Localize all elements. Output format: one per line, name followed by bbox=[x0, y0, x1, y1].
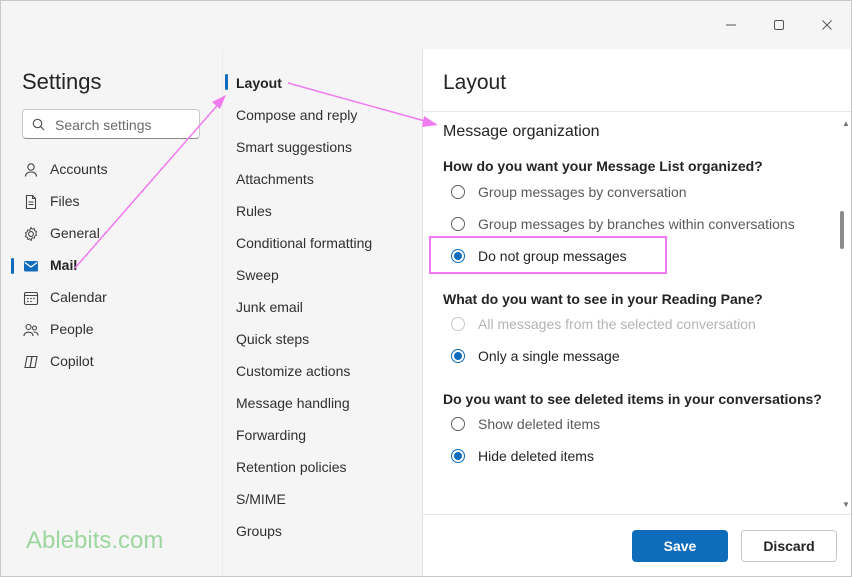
submenu-item-customize-actions[interactable]: Customize actions bbox=[236, 363, 350, 379]
submenu-item-smart-suggestions[interactable]: Smart suggestions bbox=[236, 139, 352, 155]
search-input[interactable] bbox=[53, 110, 197, 140]
question-deleted-items: Do you want to see deleted items in your… bbox=[443, 391, 822, 407]
radio-do-not-group[interactable]: Do not group messages bbox=[451, 245, 627, 267]
calendar-icon bbox=[23, 291, 39, 306]
radio-label: All messages from the selected conversat… bbox=[478, 316, 756, 332]
radio-group-by-branches[interactable]: Group messages by branches within conver… bbox=[451, 213, 795, 235]
submenu-item-rules[interactable]: Rules bbox=[236, 203, 272, 219]
sidebar-item-calendar[interactable]: Calendar bbox=[1, 282, 222, 314]
submenu-item-quick-steps[interactable]: Quick steps bbox=[236, 331, 309, 347]
radio-button[interactable] bbox=[451, 249, 465, 263]
radio-button[interactable] bbox=[451, 185, 465, 199]
mail-icon bbox=[24, 261, 38, 272]
sidebar-item-label: Calendar bbox=[50, 289, 107, 305]
sidebar-item-accounts[interactable]: Accounts bbox=[1, 154, 222, 186]
scrollbar-thumb[interactable] bbox=[840, 211, 844, 249]
divider bbox=[423, 514, 851, 515]
radio-label: Hide deleted items bbox=[478, 448, 594, 464]
section-title: Message organization bbox=[443, 123, 600, 140]
submenu-item-junk-email[interactable]: Junk email bbox=[236, 299, 303, 315]
layout-settings-pane: Layout ▲ ▼ Message organization How do y… bbox=[422, 49, 851, 576]
sidebar-item-label: General bbox=[50, 225, 100, 241]
radio-button[interactable] bbox=[451, 449, 465, 463]
selection-indicator bbox=[11, 258, 14, 274]
minimize-icon bbox=[726, 24, 736, 26]
divider bbox=[423, 111, 851, 112]
file-icon bbox=[25, 194, 37, 210]
gear-icon bbox=[24, 226, 38, 242]
page-title: Layout bbox=[443, 71, 507, 94]
radio-all-messages: All messages from the selected conversat… bbox=[451, 313, 756, 335]
radio-label: Only a single message bbox=[478, 348, 620, 364]
radio-show-deleted[interactable]: Show deleted items bbox=[451, 413, 600, 435]
radio-label: Do not group messages bbox=[478, 248, 627, 264]
settings-window: Settings Accounts Files General Mail Cal… bbox=[0, 0, 852, 577]
watermark-logo: Ablebits.com bbox=[26, 527, 164, 554]
submenu-item-groups[interactable]: Groups bbox=[236, 523, 282, 539]
question-message-list: How do you want your Message List organi… bbox=[443, 158, 763, 174]
submenu-item-sweep[interactable]: Sweep bbox=[236, 267, 279, 283]
radio-label: Show deleted items bbox=[478, 416, 601, 432]
radio-single-message[interactable]: Only a single message bbox=[451, 345, 620, 367]
title-bar bbox=[1, 1, 851, 49]
people-icon bbox=[23, 323, 39, 337]
scroll-down-icon[interactable]: ▼ bbox=[842, 500, 850, 509]
search-icon bbox=[32, 118, 45, 131]
submenu-item-layout[interactable]: Layout bbox=[236, 75, 282, 91]
discard-button[interactable]: Discard bbox=[741, 530, 837, 562]
copilot-icon bbox=[24, 355, 38, 369]
mail-settings-menu: Layout Compose and reply Smart suggestio… bbox=[222, 49, 423, 576]
person-icon bbox=[24, 163, 38, 177]
radio-group-by-conversation[interactable]: Group messages by conversation bbox=[451, 181, 687, 203]
radio-button[interactable] bbox=[451, 417, 465, 431]
search-box[interactable] bbox=[22, 109, 200, 140]
sidebar-item-label: People bbox=[50, 321, 94, 337]
sidebar-item-general[interactable]: General bbox=[1, 218, 222, 250]
minimize-button[interactable] bbox=[719, 13, 743, 37]
scroll-up-icon[interactable]: ▲ bbox=[842, 119, 850, 128]
maximize-button[interactable] bbox=[767, 13, 791, 37]
sidebar-item-people[interactable]: People bbox=[1, 314, 222, 346]
close-button[interactable] bbox=[815, 13, 839, 37]
radio-label: Group messages by branches within conver… bbox=[478, 216, 795, 232]
radio-button bbox=[451, 317, 465, 331]
sidebar-item-mail[interactable]: Mail bbox=[1, 250, 222, 282]
submenu-item-forwarding[interactable]: Forwarding bbox=[236, 427, 306, 443]
submenu-item-smime[interactable]: S/MIME bbox=[236, 491, 286, 507]
maximize-icon bbox=[774, 20, 784, 30]
question-reading-pane: What do you want to see in your Reading … bbox=[443, 291, 763, 307]
close-icon bbox=[822, 20, 832, 30]
submenu-item-retention-policies[interactable]: Retention policies bbox=[236, 459, 347, 475]
save-button[interactable]: Save bbox=[632, 530, 728, 562]
radio-label: Group messages by conversation bbox=[478, 184, 687, 200]
settings-sidebar: Settings Accounts Files General Mail Cal… bbox=[1, 49, 222, 576]
submenu-item-attachments[interactable]: Attachments bbox=[236, 171, 314, 187]
settings-title: Settings bbox=[22, 69, 102, 94]
submenu-item-compose-and-reply[interactable]: Compose and reply bbox=[236, 107, 357, 123]
submenu-item-message-handling[interactable]: Message handling bbox=[236, 395, 350, 411]
sidebar-item-label: Files bbox=[50, 193, 80, 209]
sidebar-item-label: Mail bbox=[50, 257, 78, 273]
sidebar-item-label: Copilot bbox=[50, 353, 94, 369]
submenu-item-conditional-formatting[interactable]: Conditional formatting bbox=[236, 235, 372, 251]
sidebar-item-copilot[interactable]: Copilot bbox=[1, 346, 222, 378]
sidebar-item-files[interactable]: Files bbox=[1, 186, 222, 218]
sidebar-item-label: Accounts bbox=[50, 161, 108, 177]
selection-indicator bbox=[225, 74, 228, 90]
radio-hide-deleted[interactable]: Hide deleted items bbox=[451, 445, 594, 467]
radio-button[interactable] bbox=[451, 217, 465, 231]
radio-button[interactable] bbox=[451, 349, 465, 363]
